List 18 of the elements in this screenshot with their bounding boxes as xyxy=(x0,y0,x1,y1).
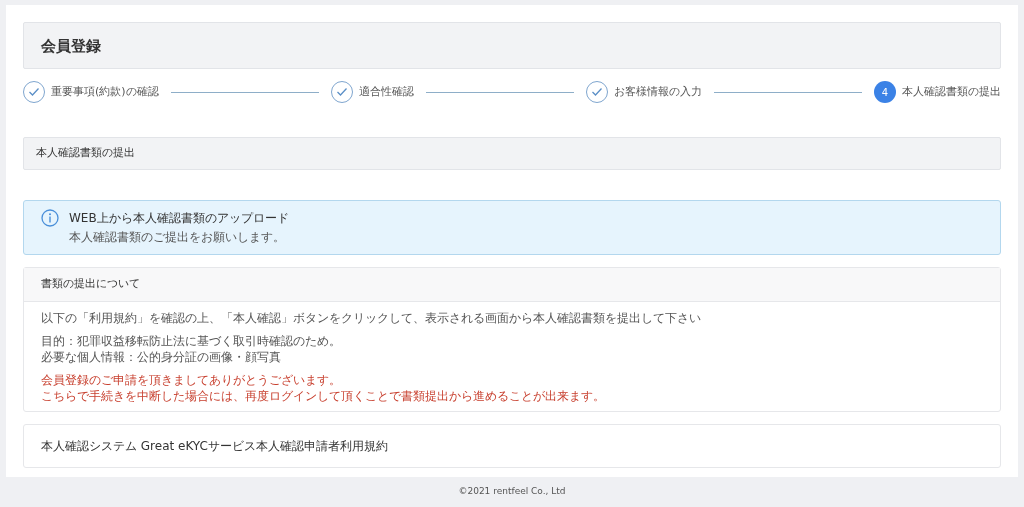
section-title: 本人確認書類の提出 xyxy=(23,137,1001,170)
body-text: 以下の「利用規約」を確認の上、「本人確認」ボタンをクリックして、表示される画面から本人確認書類を提出して下さい xyxy=(41,310,702,326)
body-text: 必要な個人情報：公的身分証の画像・顔写真 xyxy=(41,349,282,365)
body-text: 目的：犯罪収益移転防止法に基づく取引時確認のため。 xyxy=(41,333,342,349)
warning-text: 会員登録のご申請を頂きましてありがとうございます。 xyxy=(41,372,342,388)
alert-title: WEB上から本人確認書類のアップロード xyxy=(69,210,289,227)
step-number: 4 xyxy=(874,81,896,103)
page-title: 会員登録 xyxy=(41,36,101,55)
step-label: 本人確認書類の提出 xyxy=(902,83,1001,100)
alert-message: 本人確認書類のご提出をお願いします。 xyxy=(69,229,286,246)
step-label: 適合性確認 xyxy=(358,83,414,100)
copyright-text: ©2021 rentfeel Co., Ltd xyxy=(458,485,566,499)
step-label: 重要事項(約款)の確認 xyxy=(51,83,159,100)
info-icon xyxy=(41,209,59,227)
step-label: お客様情報の入力 xyxy=(613,83,702,100)
card-title: 書類の提出について xyxy=(41,276,140,293)
terms-title: 本人確認システム Great eKYCサービス本人確認申請者利用規約 xyxy=(41,439,388,453)
warning-text: こちらで手続きを中断した場合には、再度ログインして頂くことで書類提出から進めることが出来ます。 xyxy=(41,388,606,404)
